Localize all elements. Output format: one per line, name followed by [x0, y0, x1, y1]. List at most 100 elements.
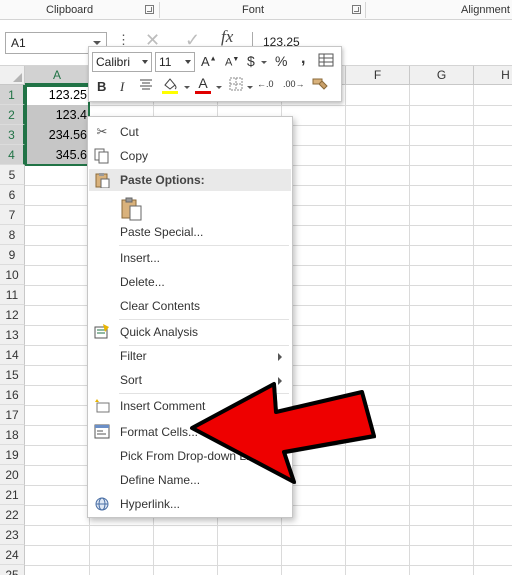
- font-name-select[interactable]: Calibri: [92, 52, 152, 72]
- menu-item-filter[interactable]: Filter: [89, 345, 291, 367]
- menu-item-label: Hyperlink...: [120, 497, 181, 511]
- shrink-font-button[interactable]: A▼: [225, 56, 239, 69]
- format-table-button[interactable]: [318, 53, 334, 70]
- bold-button[interactable]: B: [97, 79, 106, 94]
- gridline: [25, 105, 512, 106]
- menu-item-cut[interactable]: ✂ Cut: [89, 121, 291, 143]
- fill-color-button[interactable]: [161, 76, 179, 97]
- row-header[interactable]: 17: [0, 405, 25, 425]
- decrease-decimal-button[interactable]: .00→: [283, 79, 305, 89]
- row-header[interactable]: 9: [0, 245, 25, 265]
- fx-icon[interactable]: fx: [221, 27, 233, 47]
- percent-style-button[interactable]: %: [275, 53, 287, 69]
- annotation-arrow: [190, 382, 376, 484]
- column-header-a[interactable]: A: [25, 66, 90, 85]
- paste-options-header: Paste Options:: [89, 169, 291, 191]
- clipboard-group-label: Clipboard: [46, 4, 94, 16]
- row-header[interactable]: 14: [0, 345, 25, 365]
- menu-item-insert[interactable]: Insert...: [89, 247, 291, 269]
- row-header[interactable]: 3: [0, 125, 25, 145]
- grow-font-button[interactable]: A▲: [201, 54, 217, 69]
- row-header[interactable]: 20: [0, 465, 25, 485]
- decrease-decimal-icon: .00→: [283, 79, 305, 89]
- menu-item-label: Quick Analysis: [120, 325, 199, 339]
- mini-toolbar: Calibri 11 A▲ A▼ $ % , B I A ←.0 .00→: [88, 46, 342, 102]
- row-header[interactable]: 25: [0, 565, 25, 575]
- menu-item-label: Cut: [120, 125, 139, 139]
- format-painter-button[interactable]: [311, 76, 329, 97]
- borders-button[interactable]: [229, 77, 243, 94]
- row-header[interactable]: 18: [0, 425, 25, 445]
- align-center-button[interactable]: [139, 77, 153, 94]
- row-header[interactable]: 21: [0, 485, 25, 505]
- chevron-down-icon[interactable]: [261, 61, 267, 64]
- gridline: [473, 85, 474, 575]
- increase-decimal-button[interactable]: ←.0: [257, 79, 274, 89]
- column-header-g[interactable]: G: [410, 66, 474, 85]
- row-header[interactable]: 2: [0, 105, 25, 125]
- row-header[interactable]: 16: [0, 385, 25, 405]
- chevron-down-icon[interactable]: [93, 41, 101, 45]
- paintbrush-icon: [312, 78, 328, 90]
- font-size-select[interactable]: 11: [155, 52, 195, 72]
- menu-item-paste-special[interactable]: Paste Special...: [89, 221, 291, 243]
- row-header[interactable]: 8: [0, 225, 25, 245]
- grow-font-icon: A: [201, 54, 210, 69]
- row-header[interactable]: 22: [0, 505, 25, 525]
- column-header-f[interactable]: F: [346, 66, 410, 85]
- row-header[interactable]: 6: [0, 185, 25, 205]
- row-header[interactable]: 10: [0, 265, 25, 285]
- select-all-button[interactable]: [0, 66, 25, 85]
- row-header[interactable]: 24: [0, 545, 25, 565]
- chevron-down-icon[interactable]: [216, 86, 222, 89]
- menu-item-delete[interactable]: Delete...: [89, 271, 291, 293]
- name-box-value: A1: [11, 36, 26, 50]
- row-header[interactable]: 12: [0, 305, 25, 325]
- comment-icon: [93, 398, 111, 414]
- hyperlink-icon: [93, 496, 111, 512]
- submenu-arrow-icon: [278, 353, 282, 361]
- italic-button[interactable]: I: [120, 79, 124, 95]
- percent-icon: %: [275, 53, 288, 69]
- row-header[interactable]: 15: [0, 365, 25, 385]
- chevron-down-icon[interactable]: [184, 86, 190, 89]
- ribbon-divider: [159, 2, 160, 18]
- ribbon-group-labels: Clipboard Font Alignment: [0, 0, 512, 20]
- menu-item-label: Paste Special...: [120, 225, 204, 239]
- selection-border: [25, 85, 90, 166]
- ribbon-divider: [365, 2, 366, 18]
- menu-item-label: Insert...: [120, 251, 161, 265]
- menu-item-hyperlink[interactable]: Hyperlink...: [89, 493, 291, 515]
- row-header[interactable]: 1: [0, 85, 25, 105]
- accounting-format-button[interactable]: $: [247, 53, 255, 69]
- clipboard-dialog-launcher-icon[interactable]: [145, 5, 154, 14]
- quick-analysis-icon: [93, 324, 111, 340]
- paste-option-button[interactable]: [120, 197, 144, 221]
- chevron-down-icon[interactable]: [142, 60, 148, 64]
- font-dialog-launcher-icon[interactable]: [352, 5, 361, 14]
- row-header[interactable]: 11: [0, 285, 25, 305]
- comma-icon: ,: [301, 50, 306, 67]
- comma-style-button[interactable]: ,: [301, 50, 305, 68]
- font-color-button[interactable]: A: [195, 76, 211, 94]
- align-center-icon: [140, 79, 152, 90]
- menu-separator: [119, 245, 289, 246]
- chevron-down-icon[interactable]: [247, 86, 253, 89]
- gridline: [25, 565, 512, 566]
- italic-icon: I: [120, 79, 125, 94]
- row-header[interactable]: 5: [0, 165, 25, 185]
- menu-item-quick-analysis[interactable]: Quick Analysis: [89, 321, 291, 343]
- row-header[interactable]: 19: [0, 445, 25, 465]
- menu-item-clear-contents[interactable]: Clear Contents: [89, 295, 291, 317]
- scissors-icon: ✂: [96, 124, 108, 139]
- chevron-down-icon[interactable]: [185, 60, 191, 64]
- row-header[interactable]: 7: [0, 205, 25, 225]
- font-name-value: Calibri: [96, 55, 131, 69]
- row-header[interactable]: 13: [0, 325, 25, 345]
- paste-icon: [93, 172, 111, 189]
- column-header-h[interactable]: H: [474, 66, 512, 85]
- row-header[interactable]: 4: [0, 145, 25, 165]
- menu-item-copy[interactable]: Copy: [89, 145, 291, 167]
- clipboard-icon: [121, 197, 142, 221]
- row-header[interactable]: 23: [0, 525, 25, 545]
